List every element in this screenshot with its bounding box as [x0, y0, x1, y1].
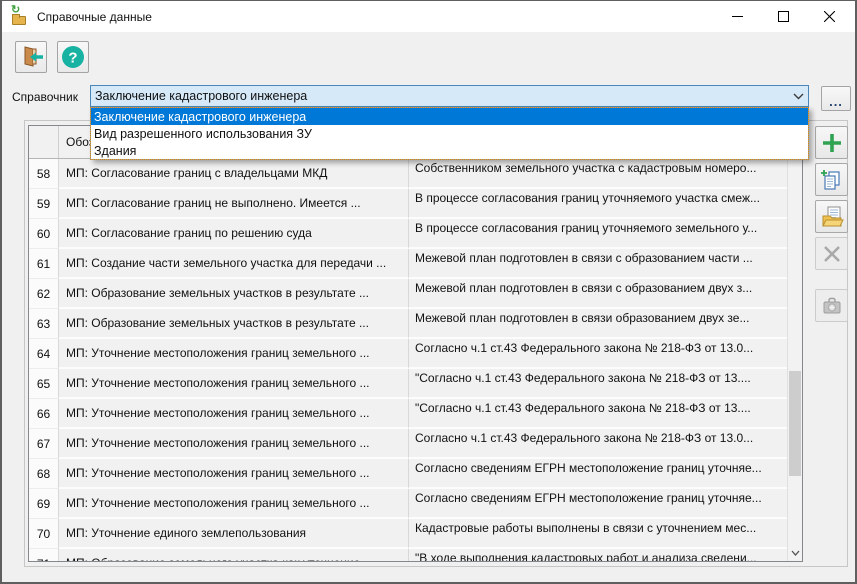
row-number: 71 [29, 549, 59, 562]
close-icon [824, 11, 835, 22]
table-row[interactable]: 66 МП: Уточнение местоположения границ з… [29, 399, 802, 429]
copy-documents-icon [820, 168, 844, 192]
row-designation[interactable]: МП: Уточнение местоположения границ земе… [59, 459, 409, 489]
table-row[interactable]: 60 МП: Согласование границ по решению су… [29, 219, 802, 249]
row-number: 67 [29, 429, 59, 459]
row-content[interactable]: Межевой план подготовлен в связи с образ… [409, 279, 787, 309]
table-row[interactable]: 65 МП: Уточнение местоположения границ з… [29, 369, 802, 399]
row-designation[interactable]: МП: Уточнение местоположения границ земе… [59, 369, 409, 399]
row-content[interactable]: В процессе согласования границ уточняемо… [409, 219, 787, 249]
content-panel: Обозначение 58 МП: Согласование границ с… [24, 120, 848, 567]
row-content[interactable]: Согласно ч.1 ст.43 Федерального закона №… [409, 339, 787, 369]
dropdown-option[interactable]: Здания [91, 142, 808, 159]
help-button[interactable]: ? [57, 41, 89, 73]
table-row[interactable]: 67 МП: Уточнение местоположения границ з… [29, 429, 802, 459]
row-number: 69 [29, 489, 59, 519]
open-record-button[interactable] [815, 200, 848, 233]
reference-label: Справочник [12, 90, 78, 104]
maximize-button[interactable] [760, 1, 806, 32]
table-row[interactable]: 59 МП: Согласование границ не выполнено.… [29, 189, 802, 219]
table-row[interactable]: 58 МП: Согласование границ с владельцами… [29, 159, 802, 189]
table-row[interactable]: 68 МП: Уточнение местоположения границ з… [29, 459, 802, 489]
add-record-button[interactable] [815, 126, 848, 159]
row-number: 62 [29, 279, 59, 309]
reference-data-window: ↻ Справочные данные ? Справочник [0, 0, 857, 584]
row-number: 65 [29, 369, 59, 399]
browse-button[interactable]: ... [821, 86, 851, 111]
row-designation[interactable]: МП: Создание части земельного участка дл… [59, 249, 409, 279]
reference-table: Обозначение 58 МП: Согласование границ с… [28, 125, 803, 562]
minimize-button[interactable] [714, 1, 760, 32]
row-content[interactable]: Согласно сведениям ЕГРН местоположение г… [409, 489, 787, 519]
row-designation[interactable]: МП: Согласование границ не выполнено. Им… [59, 189, 409, 219]
row-number: 59 [29, 189, 59, 219]
case-plus-icon [820, 294, 844, 318]
exit-button[interactable] [15, 41, 47, 73]
exit-door-icon [18, 44, 44, 70]
row-number: 66 [29, 399, 59, 429]
table-row[interactable]: 69 МП: Уточнение местоположения границ з… [29, 489, 802, 519]
minimize-icon [732, 11, 743, 22]
vertical-scrollbar[interactable] [787, 126, 802, 561]
svg-text:?: ? [68, 50, 77, 67]
row-designation[interactable]: МП: Образование земельного участка как у… [59, 549, 409, 562]
folder-sync-icon: ↻ [11, 9, 29, 25]
row-content[interactable]: Согласно сведениям ЕГРН местоположение г… [409, 459, 787, 489]
row-number: 68 [29, 459, 59, 489]
table-row[interactable]: 71 МП: Образование земельного участка ка… [29, 549, 802, 562]
table-row[interactable]: 61 МП: Создание части земельного участка… [29, 249, 802, 279]
scrollbar-thumb[interactable] [789, 371, 801, 476]
row-content[interactable]: Собственником земельного участка с кадас… [409, 159, 787, 189]
chevron-down-icon [793, 93, 804, 100]
row-designation[interactable]: МП: Согласование границ с владельцами МК… [59, 159, 409, 189]
row-number: 61 [29, 249, 59, 279]
row-content[interactable]: Согласно ч.1 ст.43 Федерального закона №… [409, 429, 787, 459]
table-row[interactable]: 70 МП: Уточнение единого землепользовани… [29, 519, 802, 549]
table-row[interactable]: 63 МП: Образование земельных участков в … [29, 309, 802, 339]
dropdown-option[interactable]: Заключение кадастрового инженера [91, 108, 808, 125]
window-title: Справочные данные [37, 10, 152, 24]
table-row[interactable]: 62 МП: Образование земельных участков в … [29, 279, 802, 309]
maximize-icon [778, 11, 789, 22]
row-designation[interactable]: МП: Уточнение единого землепользования [59, 519, 409, 549]
scroll-down-button[interactable] [788, 544, 802, 561]
row-number: 63 [29, 309, 59, 339]
row-number: 60 [29, 219, 59, 249]
row-designation[interactable]: МП: Уточнение местоположения границ земе… [59, 399, 409, 429]
dropdown-option[interactable]: Вид разрешенного использования ЗУ [91, 125, 808, 142]
row-designation[interactable]: МП: Уточнение местоположения границ земе… [59, 429, 409, 459]
row-designation[interactable]: МП: Образование земельных участков в рез… [59, 309, 409, 339]
row-content[interactable]: Межевой план подготовлен в связи образов… [409, 309, 787, 339]
delete-record-button[interactable] [815, 237, 848, 270]
row-number: 64 [29, 339, 59, 369]
update-record-button[interactable] [815, 289, 848, 322]
copy-record-button[interactable] [815, 163, 848, 196]
row-designation[interactable]: МП: Образование земельных участков в рез… [59, 279, 409, 309]
row-designation[interactable]: МП: Согласование границ по решению суда [59, 219, 409, 249]
table-body: 58 МП: Согласование границ с владельцами… [29, 159, 802, 562]
reference-combobox-value: Заключение кадастрового инженера [95, 89, 307, 103]
row-content[interactable]: Межевой план подготовлен в связи с образ… [409, 249, 787, 279]
folder-document-icon [820, 205, 844, 229]
chevron-down-icon [791, 550, 800, 556]
titlebar: ↻ Справочные данные [2, 1, 855, 32]
close-button[interactable] [806, 1, 852, 32]
row-content[interactable]: "Согласно ч.1 ст.43 Федерального закона … [409, 369, 787, 399]
row-designation[interactable]: МП: Уточнение местоположения границ земе… [59, 339, 409, 369]
row-number: 58 [29, 159, 59, 189]
reference-dropdown: Заключение кадастрового инженераВид разр… [90, 107, 809, 160]
row-content[interactable]: "Согласно ч.1 ст.43 Федерального закона … [409, 399, 787, 429]
window-controls [714, 1, 852, 32]
row-number: 70 [29, 519, 59, 549]
row-content[interactable]: "В ходе выполнения кадастровых работ и а… [409, 549, 787, 562]
table-row[interactable]: 64 МП: Уточнение местоположения границ з… [29, 339, 802, 369]
reference-combobox[interactable]: Заключение кадастрового инженера [90, 85, 809, 107]
question-icon: ? [60, 44, 86, 70]
row-designation[interactable]: МП: Уточнение местоположения границ земе… [59, 489, 409, 519]
row-content[interactable]: В процессе согласования границ уточняемо… [409, 189, 787, 219]
delete-x-icon [821, 243, 843, 265]
plus-icon [821, 132, 843, 154]
header-number[interactable] [29, 126, 59, 158]
row-content[interactable]: Кадастровые работы выполнены в связи с у… [409, 519, 787, 549]
